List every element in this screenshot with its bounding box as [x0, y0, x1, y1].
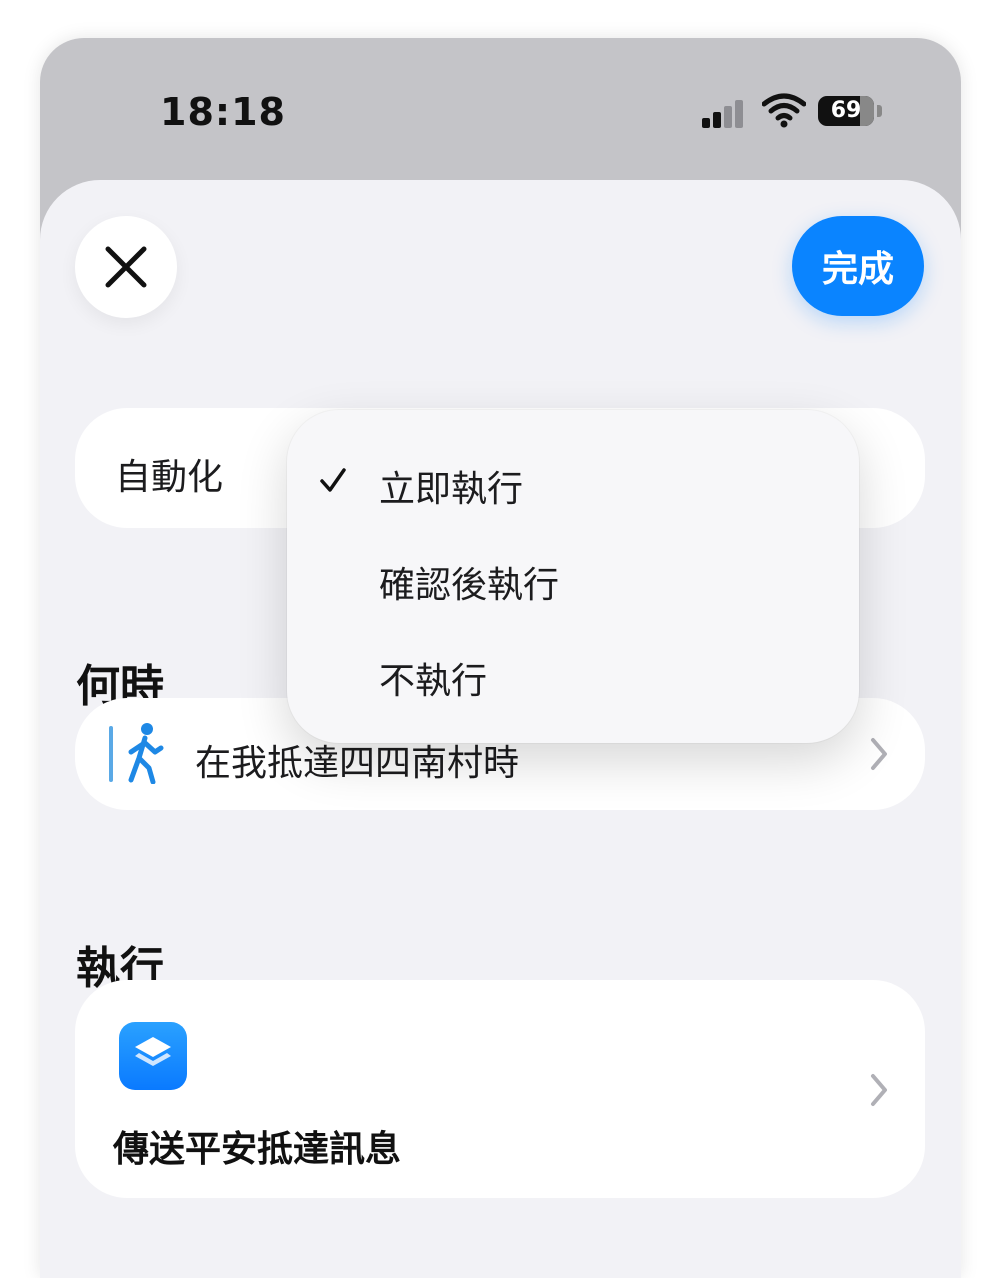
menu-item-run-after-confirm[interactable]: 確認後執行 [379, 556, 559, 608]
battery-empty-portion [860, 96, 874, 126]
chevron-right-icon [871, 1074, 887, 1106]
action-text: 傳送平安抵達訊息 [113, 1129, 402, 1170]
done-button[interactable]: 完成 [792, 216, 924, 316]
battery-icon: 69 [818, 96, 874, 126]
wifi-icon [762, 93, 806, 128]
close-button[interactable] [75, 216, 177, 318]
checkmark-icon [320, 468, 346, 492]
battery-percentage: 69 [830, 98, 862, 123]
action-row[interactable]: 傳送平安抵達訊息 [75, 980, 925, 1198]
cellular-signal-icon [702, 98, 746, 128]
close-icon [105, 246, 147, 288]
layers-icon [135, 1037, 171, 1066]
automation-mode-menu: 立即執行 確認後執行 不執行 [287, 410, 859, 743]
menu-item-run-immediately[interactable]: 立即執行 [379, 460, 523, 512]
shortcuts-app-icon [119, 1022, 187, 1090]
walking-person-icon [128, 723, 164, 784]
menu-item-do-not-run[interactable]: 不執行 [379, 652, 487, 704]
chevron-right-icon [871, 738, 887, 770]
trigger-accent-bar [109, 726, 113, 782]
automation-label: 自動化 [115, 457, 224, 498]
battery-cap [877, 105, 882, 117]
status-time: 18:18 [160, 90, 286, 134]
